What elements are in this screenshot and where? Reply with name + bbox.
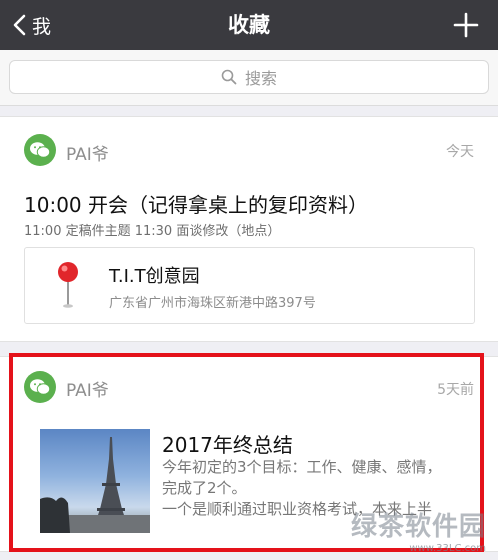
watermark-url: www.33LC.com <box>409 543 486 554</box>
eiffel-tower-image <box>40 437 150 533</box>
source-avatar <box>24 371 56 403</box>
article-thumbnail <box>40 429 150 533</box>
watermark: 绿茶软件园 www.33LC.com <box>351 506 486 554</box>
source-avatar <box>24 134 56 166</box>
item-time: 5天前 <box>437 382 474 398</box>
search-bar: 搜索 <box>0 50 498 106</box>
wechat-icon <box>30 379 51 395</box>
page-title: 收藏 <box>228 13 270 37</box>
excerpt-line: 完成了2个。 <box>162 479 247 497</box>
search-icon <box>221 69 237 85</box>
location-card[interactable]: T.I.T创意园 广东省广州市海珠区新港中路397号 <box>24 247 475 324</box>
excerpt-line: 今年初定的3个目标：工作、健康、感情， <box>162 458 442 476</box>
map-pin-icon <box>58 262 78 308</box>
location-address: 广东省广州市海珠区新港中路397号 <box>109 296 316 311</box>
item-time: 今天 <box>446 144 474 160</box>
plus-icon <box>453 12 479 38</box>
watermark-text: 绿茶软件园 <box>350 512 486 542</box>
add-button[interactable] <box>452 11 480 39</box>
source-name: PAI爷 <box>66 381 109 401</box>
favorite-item-note[interactable]: PAI爷 今天 10:00 开会（记得拿桌上的复印资料） 11:00 定稿件主题… <box>0 116 498 342</box>
search-placeholder: 搜索 <box>244 69 277 88</box>
article-title: 2017年终总结 <box>162 433 293 457</box>
note-title: 10:00 开会（记得拿桌上的复印资料） <box>24 193 368 217</box>
nav-bar: 我 收藏 <box>0 0 498 50</box>
note-subtitle: 11:00 定稿件主题 11:30 面谈修改（地点） <box>24 224 281 239</box>
search-input[interactable]: 搜索 <box>9 60 489 94</box>
location-name: T.I.T创意园 <box>109 266 200 287</box>
wechat-icon <box>30 142 51 158</box>
source-name: PAI爷 <box>66 145 109 165</box>
